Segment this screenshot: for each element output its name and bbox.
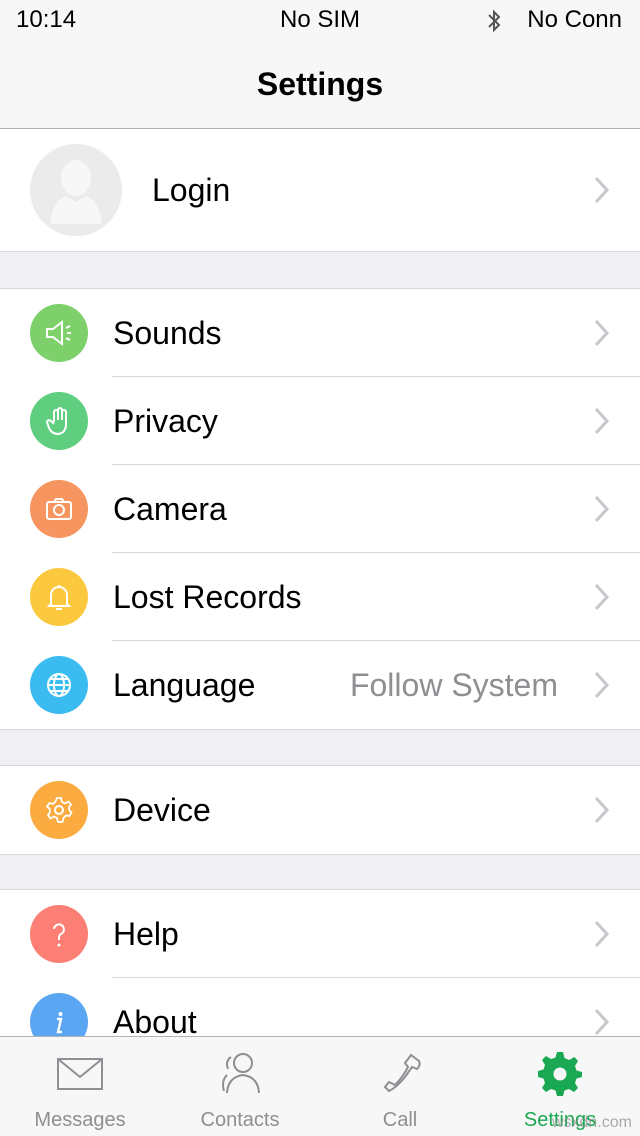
settings-row-language[interactable]: Language Follow System	[0, 641, 640, 729]
camera-icon	[30, 480, 88, 538]
settings-row-label: Language	[113, 667, 256, 703]
info-icon	[30, 993, 88, 1036]
settings-row-help[interactable]: Help	[0, 890, 640, 978]
contacts-icon	[222, 1053, 260, 1094]
settings-row-label: Privacy	[113, 403, 218, 439]
tab-contacts[interactable]: Contacts	[160, 1037, 320, 1136]
hand-icon	[30, 392, 88, 450]
tab-call[interactable]: Call	[320, 1037, 480, 1136]
settings-group-help: Help About	[0, 889, 640, 1036]
settings-row-label: Help	[113, 916, 179, 952]
status-bar: 10:14 No SIM No Conn	[0, 0, 640, 40]
chevron-right-icon	[594, 583, 610, 611]
envelope-icon	[57, 1058, 103, 1090]
avatar-placeholder-icon	[30, 144, 122, 236]
gear-icon	[538, 1052, 582, 1096]
tab-label: Call	[382, 1109, 418, 1131]
tab-bar: Messages Contacts Call Settings wsxdn.co…	[0, 1036, 640, 1136]
chevron-right-icon	[594, 495, 610, 523]
login-row[interactable]: Login	[0, 129, 640, 251]
settings-list[interactable]: Login Sounds Privacy Camera Lost Records…	[0, 129, 640, 1036]
chevron-right-icon	[594, 176, 610, 204]
phone-icon	[383, 1053, 421, 1093]
settings-row-privacy[interactable]: Privacy	[0, 377, 640, 465]
tab-label: Contacts	[200, 1109, 280, 1131]
settings-row-label: Lost Records	[113, 579, 302, 615]
chevron-right-icon	[594, 671, 610, 699]
language-value: Follow System	[349, 667, 558, 703]
speaker-icon	[30, 304, 88, 362]
settings-row-label: About	[113, 1004, 197, 1036]
settings-row-camera[interactable]: Camera	[0, 465, 640, 553]
login-group: Login	[0, 129, 640, 252]
settings-row-lost-records[interactable]: Lost Records	[0, 553, 640, 641]
tab-messages[interactable]: Messages	[0, 1037, 160, 1136]
chevron-right-icon	[594, 796, 610, 824]
gear-icon	[30, 781, 88, 839]
settings-row-about[interactable]: About	[0, 978, 640, 1036]
settings-group-device: Device	[0, 765, 640, 855]
status-connection: No Conn	[527, 6, 622, 33]
settings-row-label: Camera	[113, 491, 227, 527]
settings-row-device[interactable]: Device	[0, 766, 640, 854]
settings-row-sounds[interactable]: Sounds	[0, 289, 640, 377]
bell-icon	[30, 568, 88, 626]
bluetooth-icon	[486, 8, 502, 41]
chevron-right-icon	[594, 1008, 610, 1036]
settings-row-label: Sounds	[113, 315, 222, 351]
tab-label: Messages	[34, 1109, 126, 1131]
chevron-right-icon	[594, 319, 610, 347]
watermark-text: wsxdn.com	[551, 1114, 632, 1131]
page-title: Settings	[256, 66, 384, 102]
settings-row-label: Device	[113, 792, 211, 828]
globe-icon	[30, 656, 88, 714]
chevron-right-icon	[594, 920, 610, 948]
settings-group-general: Sounds Privacy Camera Lost Records Langu…	[0, 288, 640, 730]
chevron-right-icon	[594, 407, 610, 435]
login-label: Login	[152, 172, 231, 208]
question-icon	[30, 905, 88, 963]
navigation-bar: Settings	[0, 40, 640, 129]
